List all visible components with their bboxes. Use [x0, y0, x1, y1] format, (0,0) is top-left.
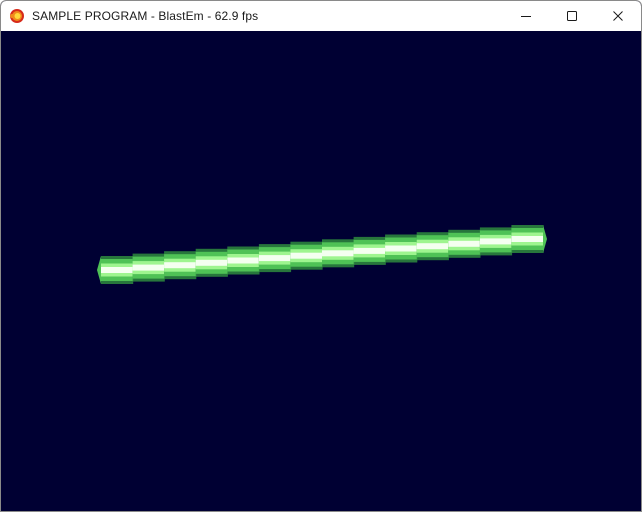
beam-segment	[258, 244, 292, 273]
beam-cap-left	[97, 256, 101, 284]
beam-segment	[448, 229, 481, 258]
minimize-icon	[521, 16, 531, 17]
emulator-window: SAMPLE PROGRAM - BlastEm - 62.9 fps	[0, 0, 642, 512]
beam-segment	[101, 256, 134, 284]
beam-segment	[132, 253, 165, 282]
beam-segment	[164, 251, 197, 280]
maximize-icon	[567, 11, 577, 21]
beam-segment	[290, 241, 323, 270]
beam-segment	[385, 234, 418, 263]
beam-segment	[511, 225, 544, 253]
beam-segment	[322, 239, 355, 268]
minimize-button[interactable]	[503, 1, 549, 31]
blastem-icon	[9, 8, 25, 24]
close-button[interactable]	[595, 1, 641, 31]
beam-segment	[479, 227, 513, 256]
beam-segment	[353, 236, 386, 265]
emulator-display[interactable]	[1, 31, 641, 511]
beam-cap-right	[543, 225, 547, 253]
laser-beam	[97, 225, 547, 284]
close-icon	[613, 11, 623, 21]
beam-segment	[227, 246, 260, 275]
window-controls	[503, 1, 641, 31]
beam-segment	[195, 248, 228, 277]
title-bar[interactable]: SAMPLE PROGRAM - BlastEm - 62.9 fps	[1, 1, 641, 31]
window-title: SAMPLE PROGRAM - BlastEm - 62.9 fps	[32, 9, 259, 23]
beam-segment	[416, 232, 449, 261]
maximize-button[interactable]	[549, 1, 595, 31]
